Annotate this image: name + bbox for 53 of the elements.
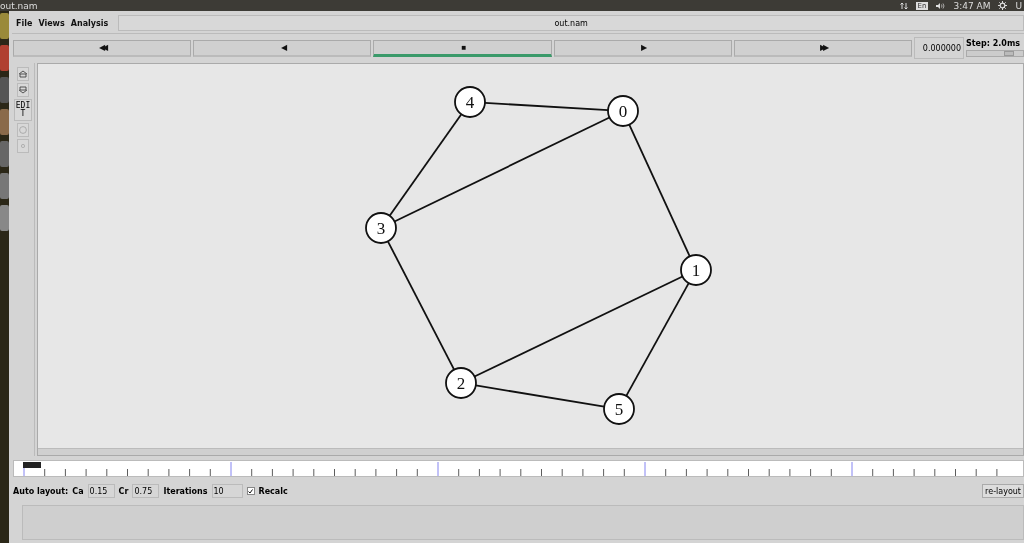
time-marker[interactable] bbox=[23, 462, 41, 468]
menu-item[interactable]: Views bbox=[38, 18, 65, 28]
playback-button[interactable]: ◀ bbox=[193, 39, 372, 57]
network-node[interactable]: 2 bbox=[445, 367, 477, 399]
launcher-icon[interactable] bbox=[0, 13, 9, 39]
auto-layout-label: Auto layout: bbox=[13, 486, 69, 496]
circle-icon bbox=[21, 144, 25, 148]
iterations-input[interactable]: 10 bbox=[211, 484, 243, 498]
clock[interactable]: 3:47 AM bbox=[953, 0, 991, 11]
horizontal-scrollbar[interactable] bbox=[38, 448, 1023, 455]
network-node[interactable]: 1 bbox=[680, 254, 712, 286]
cr-input[interactable]: 0.75 bbox=[132, 484, 160, 498]
launcher-icon[interactable] bbox=[0, 77, 9, 103]
relayout-button[interactable]: re-layout bbox=[982, 484, 1024, 498]
network-node[interactable]: 0 bbox=[607, 95, 639, 127]
volume-icon[interactable] bbox=[936, 1, 946, 10]
ca-input[interactable]: 0.15 bbox=[87, 484, 115, 498]
step-label: Step: 2.0ms bbox=[966, 39, 1021, 48]
menu-item[interactable]: File bbox=[16, 18, 33, 28]
launcher-icon[interactable] bbox=[0, 205, 9, 231]
tool-button[interactable] bbox=[17, 83, 29, 97]
step-slider[interactable] bbox=[966, 50, 1024, 57]
time-field: 0.000000 bbox=[914, 37, 964, 59]
edit-button[interactable]: EDIT bbox=[14, 99, 32, 121]
launcher-icon[interactable] bbox=[0, 45, 9, 71]
recalc-checkbox[interactable] bbox=[246, 487, 255, 495]
slider-thumb[interactable] bbox=[1004, 51, 1014, 56]
launcher-icon[interactable] bbox=[0, 109, 9, 135]
text-area[interactable] bbox=[22, 505, 1024, 540]
network-node[interactable]: 3 bbox=[365, 212, 397, 244]
network-node[interactable]: 4 bbox=[454, 86, 486, 118]
playback-button[interactable]: ◀◀ bbox=[13, 39, 192, 57]
playback-button[interactable]: ■ bbox=[373, 39, 552, 57]
timeline[interactable] bbox=[13, 460, 1024, 477]
gear-icon[interactable] bbox=[998, 1, 1008, 10]
network-node[interactable]: 5 bbox=[603, 393, 635, 425]
window-title: out.nam bbox=[0, 0, 38, 11]
playback-button[interactable]: ▶ bbox=[553, 39, 732, 57]
zoom-in-icon bbox=[18, 70, 28, 78]
recalc-label: Recalc bbox=[258, 486, 288, 496]
circle-icon bbox=[19, 126, 27, 134]
zoom-out-icon bbox=[18, 86, 28, 94]
network-icon bbox=[899, 1, 908, 10]
tool-button[interactable] bbox=[17, 67, 29, 81]
file-title-field: out.nam bbox=[118, 15, 1024, 31]
launcher-icon[interactable] bbox=[0, 141, 9, 167]
iterations-label: Iterations bbox=[163, 486, 208, 496]
launcher-icon[interactable] bbox=[0, 173, 9, 199]
cr-label: Cr bbox=[118, 486, 129, 496]
user-name[interactable]: U bbox=[1015, 0, 1022, 11]
menu-item[interactable]: Analysis bbox=[70, 18, 109, 28]
playback-button[interactable]: ▶▶ bbox=[733, 39, 912, 57]
ca-label: Ca bbox=[72, 486, 84, 496]
